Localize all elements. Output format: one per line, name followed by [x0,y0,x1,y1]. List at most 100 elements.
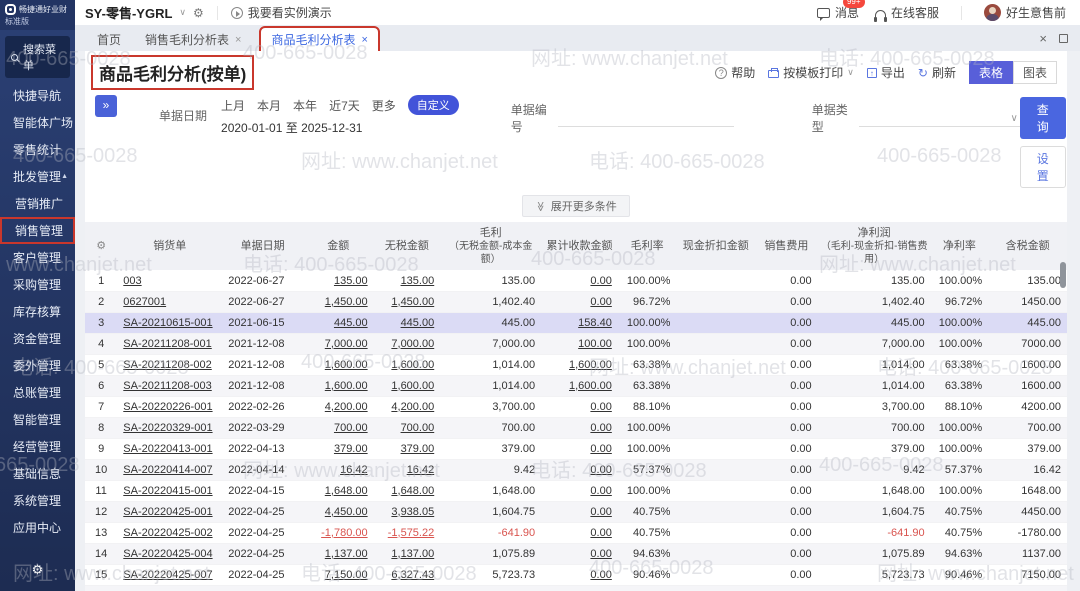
cell-tax_free_amount[interactable]: -1,575.22 [374,522,441,543]
cell-amount[interactable]: 16.42 [303,459,374,480]
sidebar-search-menu[interactable]: 搜索菜单 [5,36,70,78]
cell-tax_free_amount[interactable]: 1,450.00 [374,291,441,312]
date-quick-option-0[interactable]: 上月 [221,97,245,114]
sidebar-item-16[interactable]: 应用中心 [0,514,75,541]
cell-received_amount[interactable]: 0.00 [541,501,618,522]
col-header-tax_incl_amount[interactable]: 含税金额 [988,222,1067,270]
cell-tax_free_amount[interactable]: 3,938.05 [374,501,441,522]
sidebar-item-7[interactable]: 采购管理 [0,271,75,298]
cell-amount[interactable]: 7,150.00 [303,564,374,585]
demo-link[interactable]: 我要看实例演示 [231,4,332,21]
cell-order_no[interactable]: SA-20220415-001 [117,480,222,501]
cell-tax_free_amount[interactable]: 135.00 [374,270,441,291]
user-menu[interactable]: 好生意售前 [984,4,1066,21]
cell-amount[interactable]: 1,450.00 [303,291,374,312]
tab-close-icon[interactable]: × [235,34,241,46]
col-header-net_profit[interactable]: 净利润（毛利-现金折扣-销售费用） [818,222,931,270]
cell-received_amount[interactable]: 0.00 [541,396,618,417]
cell-amount[interactable]: 4,200.00 [303,396,374,417]
col-header-received_amount[interactable]: 累计收款金额 [541,222,618,270]
sidebar-item-13[interactable]: 经营管理 [0,433,75,460]
col-header-tax_free_amount[interactable]: 无税金额 [374,222,441,270]
cell-amount[interactable]: 135.00 [303,270,374,291]
cell-tax_free_amount[interactable]: 4,200.00 [374,396,441,417]
doc-no-input[interactable] [558,109,734,127]
cell-order_no[interactable]: SA-20211208-002 [117,354,222,375]
refresh-button[interactable]: ↻ 刷新 [918,64,956,81]
date-quick-option-3[interactable]: 近7天 [329,97,360,114]
cell-order_no[interactable]: SA-20211208-001 [117,333,222,354]
cell-tax_free_amount[interactable]: 445.00 [374,312,441,333]
cell-order_no[interactable]: SA-20210615-001 [117,312,222,333]
cell-amount[interactable]: 1,600.00 [303,354,374,375]
table-row[interactable]: 6SA-20211208-0032021-12-081,600.001,600.… [85,375,1067,396]
date-quick-option-1[interactable]: 本月 [257,97,281,114]
table-row[interactable]: 11SA-20220415-0012022-04-151,648.001,648… [85,480,1067,501]
cell-amount[interactable]: 1,600.00 [303,375,374,396]
sidebar-item-14[interactable]: 基础信息 [0,460,75,487]
collapse-filter-panel-button[interactable]: » [95,95,117,117]
cell-received_amount[interactable]: 0.00 [541,270,618,291]
cell-received_amount[interactable]: 0.00 [541,291,618,312]
table-row[interactable]: 15SA-20220425-0072022-04-257,150.006,327… [85,564,1067,585]
cell-order_no[interactable]: 003 [117,270,222,291]
cell-order_no[interactable]: SA-20220425-001 [117,501,222,522]
table-row[interactable]: 12SA-20220425-0012022-04-254,450.003,938… [85,501,1067,522]
table-row[interactable]: 3SA-20210615-0012021-06-15445.00445.0044… [85,312,1067,333]
online-support-button[interactable]: 在线客服 [875,4,939,21]
expand-more-conditions-button[interactable]: ≫ 展开更多条件 [522,195,629,217]
sidebar-settings-gear-icon[interactable]: ⚙ [0,563,75,591]
tab-close-icon[interactable]: × [361,34,367,46]
cell-received_amount[interactable]: 0.00 [541,564,618,585]
cell-tax_free_amount[interactable]: 700.00 [374,417,441,438]
date-custom-option[interactable]: 自定义 [408,95,459,115]
table-row[interactable]: 16SA-20220429-0012022-04-2930.0026.5512.… [85,585,1067,591]
cell-order_no[interactable]: SA-20220425-004 [117,543,222,564]
table-row[interactable]: 10032022-06-27135.00135.00135.000.00100.… [85,270,1067,291]
table-row[interactable]: 4SA-20211208-0012021-12-087,000.007,000.… [85,333,1067,354]
cell-received_amount[interactable]: 0.00 [541,522,618,543]
col-header-sales_expense[interactable]: 销售费用 [755,222,818,270]
sidebar-item-4[interactable]: 营销推广 [0,190,75,217]
sidebar-item-3[interactable]: 批发管理▲ [0,163,75,190]
chevron-down-icon[interactable]: ∨ [179,7,186,18]
date-quick-option-4[interactable]: 更多 [372,97,396,114]
cell-tax_free_amount[interactable]: 1,600.00 [374,375,441,396]
col-header-cash_discount[interactable]: 现金折扣金额 [676,222,755,270]
cell-tax_free_amount[interactable]: 379.00 [374,438,441,459]
cell-tax_free_amount[interactable]: 7,000.00 [374,333,441,354]
cell-tax_free_amount[interactable]: 1,137.00 [374,543,441,564]
tab-1[interactable]: 销售毛利分析表× [141,28,245,51]
cell-tax_free_amount[interactable]: 26.55 [374,585,441,591]
date-quick-option-2[interactable]: 本年 [293,97,317,114]
cell-received_amount[interactable]: 0.00 [541,459,618,480]
cell-received_amount[interactable]: 0.00 [541,585,618,591]
tab-0[interactable]: 首页 [93,28,125,51]
workspace-gear-icon[interactable]: ⚙ [193,6,204,20]
sidebar-item-1[interactable]: 智能体广场 [0,109,75,136]
cell-order_no[interactable]: SA-20220414-007 [117,459,222,480]
table-row[interactable]: 206270012022-06-271,450.001,450.001,402.… [85,291,1067,312]
col-header-net_margin[interactable]: 净利率 [931,222,989,270]
column-settings-gear-icon[interactable]: ⚙ [85,222,117,270]
cell-amount[interactable]: -1,780.00 [303,522,374,543]
cell-order_no[interactable]: SA-20220329-001 [117,417,222,438]
cell-amount[interactable]: 30.00 [303,585,374,591]
cell-amount[interactable]: 4,450.00 [303,501,374,522]
cell-received_amount[interactable]: 0.00 [541,480,618,501]
sidebar-item-2[interactable]: 零售统计 [0,136,75,163]
sidebar-item-15[interactable]: 系统管理 [0,487,75,514]
cell-amount[interactable]: 445.00 [303,312,374,333]
sidebar-item-5[interactable]: 销售管理 [0,217,75,244]
cell-order_no[interactable]: SA-20220226-001 [117,396,222,417]
messages-button[interactable]: 消息 99+ [817,4,859,21]
cell-tax_free_amount[interactable]: 1,648.00 [374,480,441,501]
cell-amount[interactable]: 700.00 [303,417,374,438]
cell-order_no[interactable]: SA-20220429-001 [117,585,222,591]
vertical-scrollbar-thumb[interactable] [1060,262,1066,288]
cell-received_amount[interactable]: 0.00 [541,417,618,438]
cell-tax_free_amount[interactable]: 16.42 [374,459,441,480]
sidebar-item-12[interactable]: 智能管理 [0,406,75,433]
table-row[interactable]: 5SA-20211208-0022021-12-081,600.001,600.… [85,354,1067,375]
cell-tax_free_amount[interactable]: 6,327.43 [374,564,441,585]
